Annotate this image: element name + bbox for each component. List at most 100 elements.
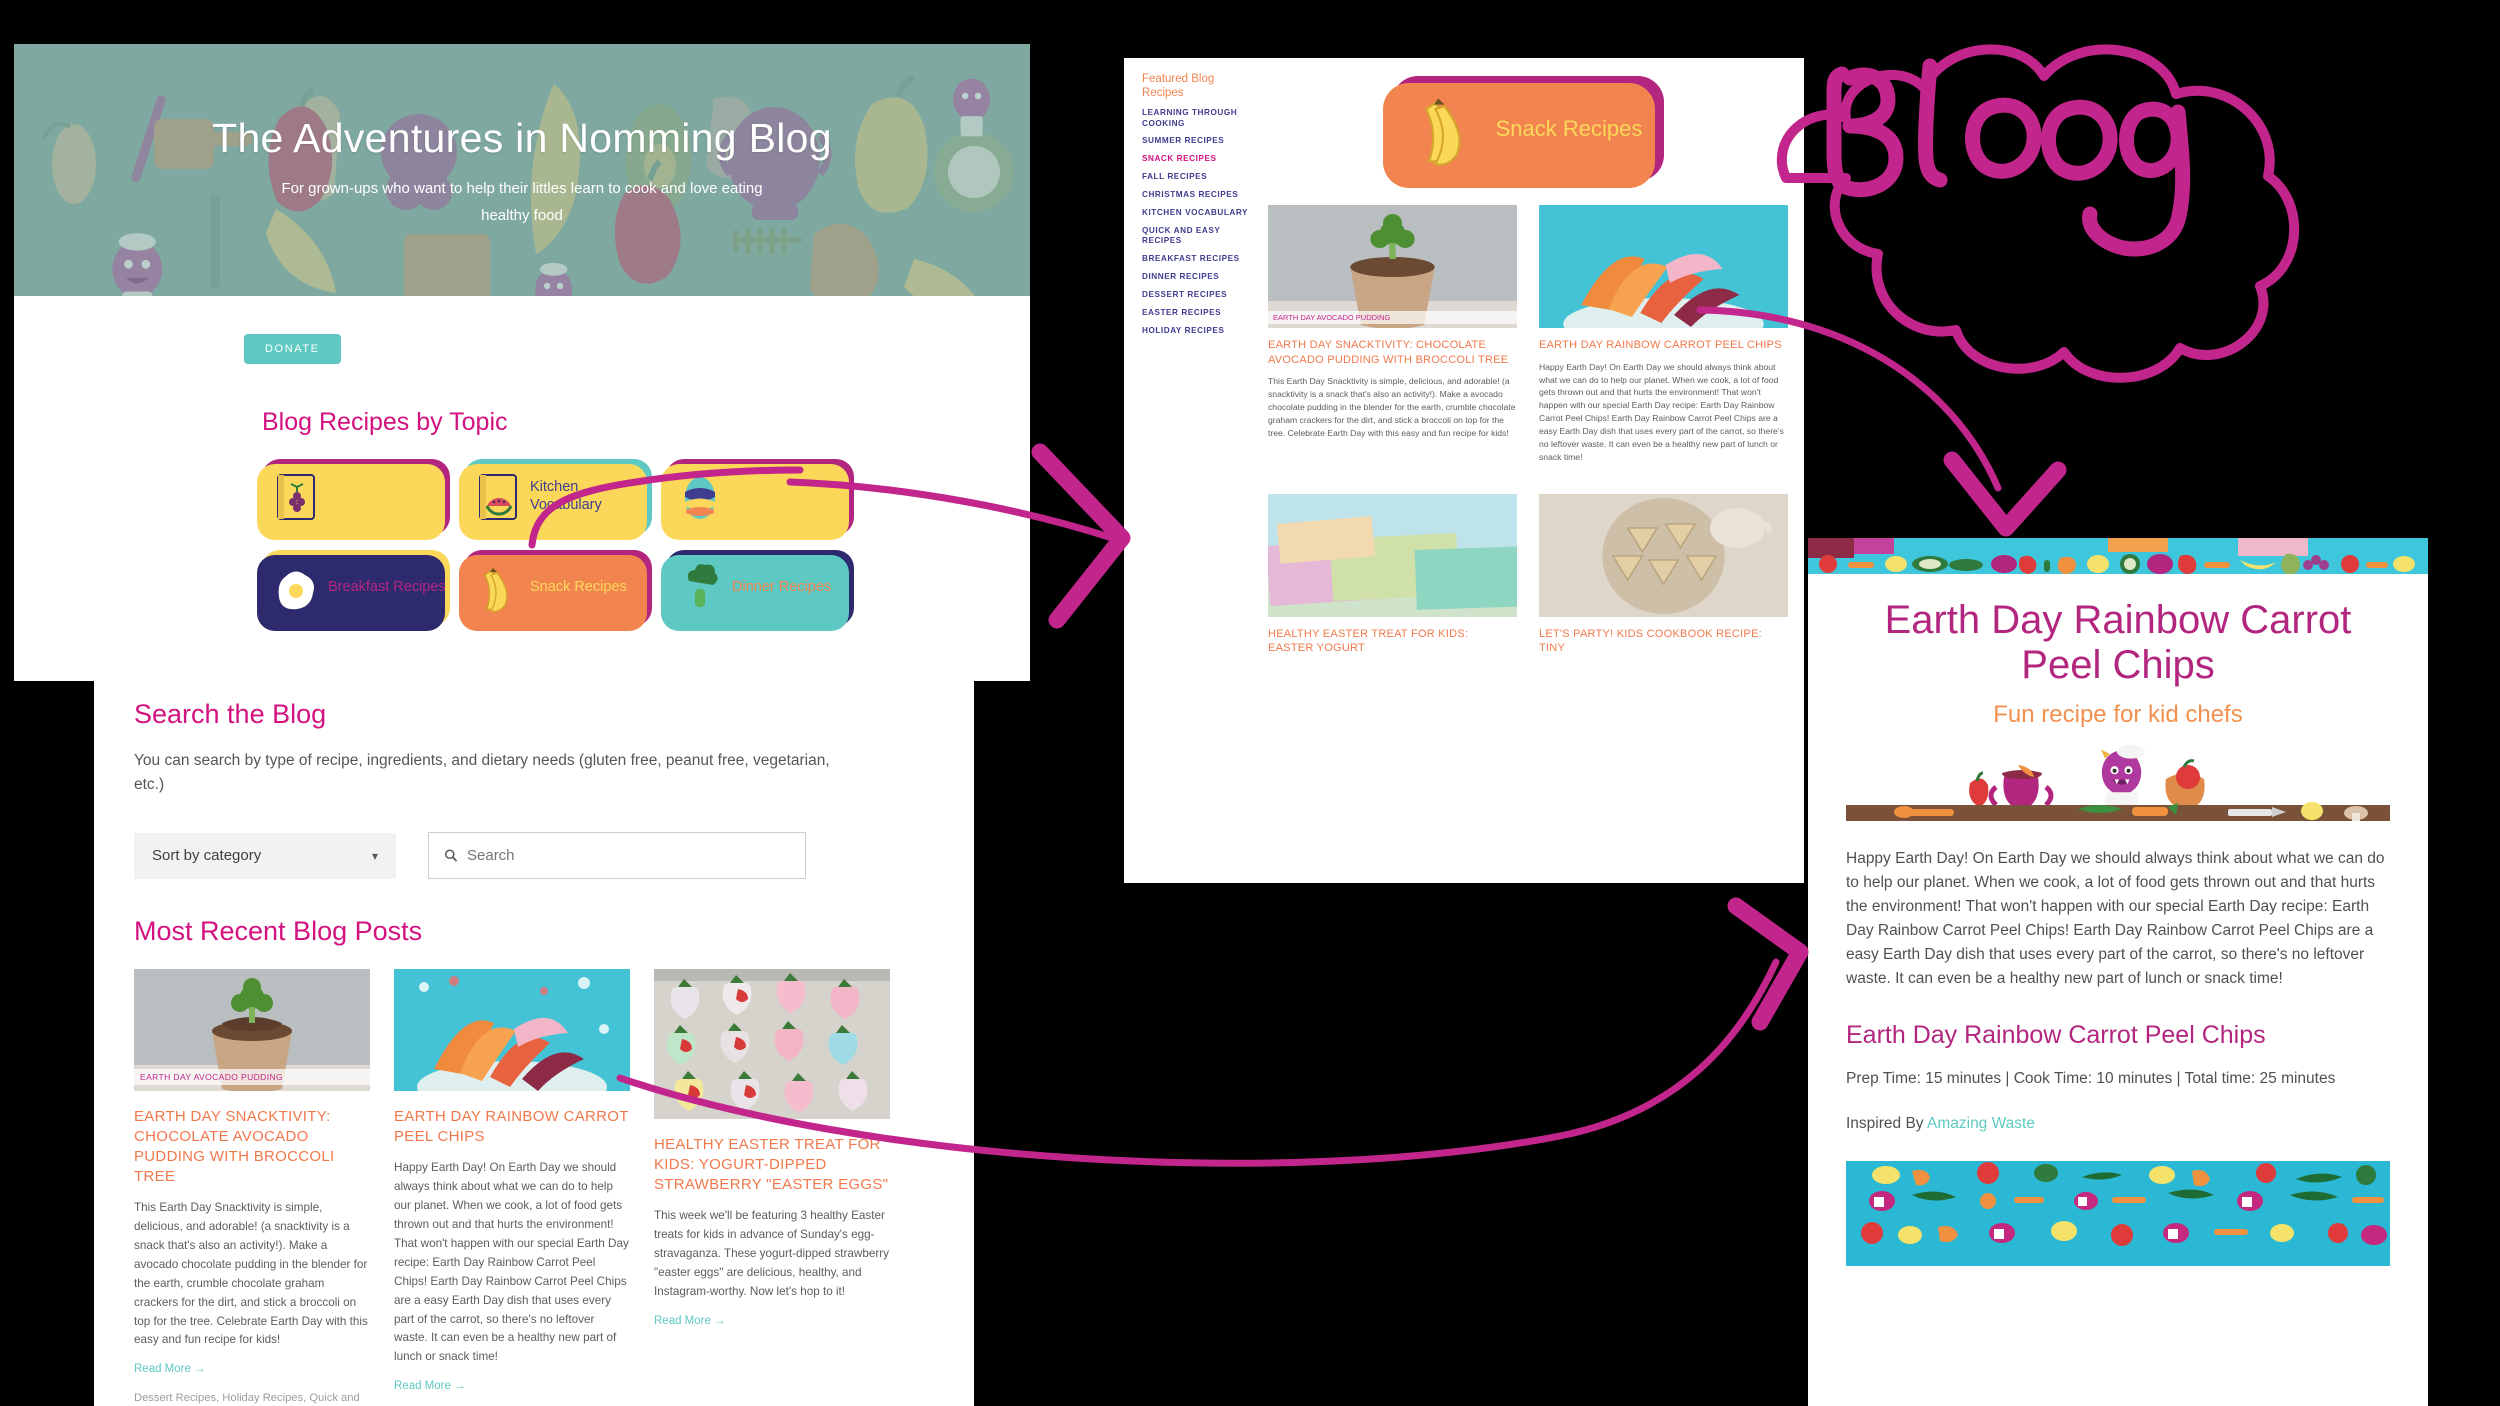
read-more-link[interactable]: Read More → bbox=[134, 1363, 370, 1375]
thumbnail-caption: EARTH DAY AVOCADO PUDDING bbox=[134, 1069, 370, 1086]
watermelon-book-icon bbox=[479, 474, 517, 520]
list-item[interactable]: HEALTHY EASTER TREAT FOR KIDS: YOGURT-DI… bbox=[654, 969, 890, 1406]
post-thumbnail[interactable] bbox=[654, 969, 890, 1120]
most-recent-heading: Most Recent Blog Posts bbox=[134, 916, 423, 947]
post-thumbnail[interactable] bbox=[1539, 493, 1788, 617]
post-thumbnail[interactable]: EARTH DAY AVOCADO PUDDING bbox=[1268, 205, 1517, 328]
search-field-wrapper[interactable] bbox=[428, 832, 806, 880]
post-excerpt: This Earth Day Snacktivity is simple, de… bbox=[1268, 376, 1516, 438]
search-blog-panel: Search the Blog You can search by type o… bbox=[94, 667, 974, 1406]
list-item[interactable]: EARTH DAY RAINBOW CARROT PEEL CHIPS Happ… bbox=[394, 969, 630, 1406]
read-more-link[interactable]: Read More → bbox=[394, 1380, 630, 1392]
nav-item-fall-recipes[interactable]: FALL RECIPES bbox=[1142, 172, 1256, 183]
hero-banner: The Adventures in Nomming Blog For grown… bbox=[14, 44, 1030, 296]
nav-item-christmas-recipes[interactable]: CHRISTMAS RECIPES bbox=[1142, 190, 1256, 201]
nav-item-kitchen-vocabulary[interactable]: KITCHEN VOCABULARY bbox=[1142, 208, 1256, 219]
nav-item-quick-and-easy-recipes[interactable]: QUICK AND EASY RECIPES bbox=[1142, 226, 1256, 248]
list-item[interactable]: EARTH DAY RAINBOW CARROT PEEL CHIPS Happ… bbox=[1539, 205, 1788, 464]
nav-item-easter-recipes[interactable]: EASTER RECIPES bbox=[1142, 308, 1256, 319]
nav-item-learning-through-cooking[interactable]: LEARNING THROUGH COOKING bbox=[1142, 108, 1256, 130]
list-item[interactable]: LET'S PARTY! KIDS COOKBOOK RECIPE: TINY bbox=[1539, 493, 1788, 664]
inspired-by-label: Inspired By bbox=[1846, 1114, 1927, 1132]
featured-recipes-nav: Featured Blog Recipes LEARNING THROUGH C… bbox=[1138, 72, 1256, 664]
recipe-times: Prep Time: 15 minutes | Cook Time: 10 mi… bbox=[1846, 1069, 2336, 1087]
nav-item-dinner-recipes[interactable]: DINNER RECIPES bbox=[1142, 272, 1256, 283]
nav-item-summer-recipes[interactable]: SUMMER RECIPES bbox=[1142, 136, 1256, 147]
search-blog-heading: Search the Blog bbox=[134, 699, 327, 729]
topic-button-learning-through-cooking[interactable]: Learning Through Cooking bbox=[257, 459, 450, 540]
topic-button-kitchen-vocabulary[interactable]: Kitchen Vocabulary bbox=[459, 459, 652, 540]
strawberry-easter-eggs-photo bbox=[654, 969, 890, 1120]
inspired-by-link[interactable]: Amazing Waste bbox=[1927, 1115, 2035, 1132]
category-posts-grid: EARTH DAY AVOCADO PUDDING EARTH DAY SNAC… bbox=[1268, 205, 1788, 664]
sort-by-category-select[interactable]: Sort by category ▾ bbox=[134, 832, 396, 879]
nav-item-breakfast-recipes[interactable]: BREAKFAST RECIPES bbox=[1142, 254, 1256, 265]
recipe-heading: Earth Day Rainbow Carrot Peel Chips bbox=[1846, 1020, 2266, 1049]
post-thumbnail[interactable] bbox=[394, 969, 630, 1092]
post-title[interactable]: EARTH DAY RAINBOW CARROT PEEL CHIPS bbox=[394, 1107, 630, 1147]
list-item[interactable]: EARTH DAY AVOCADO PUDDING EARTH DAY SNAC… bbox=[1268, 205, 1517, 464]
carrot-peel-chips-photo bbox=[1539, 205, 1788, 328]
post-tags[interactable]: Dessert Recipes, Holiday Recipes, Quick … bbox=[134, 1390, 370, 1406]
donate-row: DONATE bbox=[14, 296, 1030, 364]
topic-button-breakfast-recipes[interactable]: Breakfast Recipes bbox=[257, 550, 450, 631]
easter-egg-icon bbox=[685, 477, 715, 519]
donate-button[interactable]: DONATE bbox=[244, 334, 341, 364]
post-title[interactable]: LET'S PARTY! KIDS COOKBOOK RECIPE: TINY bbox=[1539, 627, 1788, 656]
post-excerpt: Happy Earth Day! On Earth Day we should … bbox=[1539, 361, 1784, 462]
nav-item-snack-recipes[interactable]: SNACK RECIPES bbox=[1142, 154, 1256, 165]
monster-chef-counter-icon bbox=[1846, 744, 2390, 821]
kitchen-counter-illustration bbox=[1846, 743, 2390, 821]
read-more-link[interactable]: Read More → bbox=[654, 1315, 890, 1327]
recipe-photo[interactable] bbox=[1846, 1160, 2390, 1266]
tiny-sandwiches-photo bbox=[1539, 493, 1788, 617]
search-controls: Sort by category ▾ bbox=[134, 832, 934, 880]
fried-egg-icon bbox=[278, 571, 314, 610]
inspired-by-row: Inspired By Amazing Waste bbox=[1846, 1115, 2390, 1133]
post-title[interactable]: EARTH DAY SNACKTIVITY: CHOCOLATE AVOCADO… bbox=[1268, 338, 1517, 367]
post-title[interactable]: EARTH DAY RAINBOW CARROT PEEL CHIPS bbox=[1539, 338, 1788, 353]
topic-label: Breakfast Recipes bbox=[328, 579, 446, 596]
nav-item-holiday-recipes[interactable]: HOLIDAY RECIPES bbox=[1142, 326, 1256, 337]
post-thumbnail[interactable]: EARTH DAY AVOCADO PUDDING bbox=[134, 969, 370, 1092]
hero-subtitle: For grown-ups who want to help their lit… bbox=[281, 179, 763, 225]
annotation-callout-blog bbox=[1776, 44, 2300, 383]
post-thumbnail[interactable] bbox=[1539, 205, 1788, 328]
snack-recipes-banner[interactable]: Snack Recipes bbox=[1383, 76, 1664, 188]
recent-posts-list: EARTH DAY AVOCADO PUDDING EARTH DAY SNAC… bbox=[134, 969, 934, 1406]
list-item[interactable]: HEALTHY EASTER TREAT FOR KIDS: EASTER YO… bbox=[1268, 493, 1517, 664]
banana-icon bbox=[484, 568, 508, 613]
vegetable-pattern-icon bbox=[1808, 538, 2428, 574]
search-icon bbox=[445, 849, 458, 862]
topic-button-dinner-recipes[interactable]: Dinner Recipes bbox=[661, 550, 854, 631]
post-title[interactable]: HEALTHY EASTER TREAT FOR KIDS: EASTER YO… bbox=[1268, 627, 1517, 656]
post-excerpt: This week we'll be featuring 3 healthy E… bbox=[654, 1208, 889, 1298]
post-title[interactable]: HEALTHY EASTER TREAT FOR KIDS: YOGURT-DI… bbox=[654, 1135, 890, 1195]
nav-heading: Featured Blog Recipes bbox=[1142, 73, 1215, 100]
snack-recipes-category-panel: Featured Blog Recipes LEARNING THROUGH C… bbox=[1124, 58, 1804, 883]
chevron-down-icon: ▾ bbox=[371, 848, 378, 863]
topics-heading: Blog Recipes by Topic bbox=[262, 408, 508, 436]
snack-banner-label: Snack Recipes bbox=[1495, 115, 1643, 141]
post-thumbnail[interactable] bbox=[1268, 493, 1517, 617]
topic-label: Kitchen Vocabulary bbox=[530, 479, 602, 513]
blog-home-panel: The Adventures in Nomming Blog For grown… bbox=[14, 44, 1030, 681]
screenshot-stage: The Adventures in Nomming Blog For grown… bbox=[0, 0, 2500, 1406]
thumbnail-caption: EARTH DAY AVOCADO PUDDING bbox=[1268, 311, 1517, 324]
vegetable-border-strip bbox=[1808, 538, 2428, 574]
post-title[interactable]: EARTH DAY SNACKTIVITY: CHOCOLATE AVOCADO… bbox=[134, 1107, 370, 1187]
nav-item-dessert-recipes[interactable]: DESSERT RECIPES bbox=[1142, 290, 1256, 301]
banana-icon bbox=[1424, 98, 1461, 166]
post-excerpt: Happy Earth Day! On Earth Day we should … bbox=[394, 1160, 629, 1364]
avocado-pudding-photo bbox=[1268, 205, 1517, 328]
hero-title: The Adventures in Nomming Blog bbox=[212, 114, 832, 161]
recipe-title: Earth Day Rainbow Carrot Peel Chips bbox=[1884, 598, 2352, 687]
topic-button-easter-recipes[interactable]: Easter Recipes bbox=[661, 459, 854, 540]
topic-button-snack-recipes[interactable]: Snack Recipes bbox=[459, 550, 652, 631]
confetti-carrot-photo bbox=[1846, 1160, 2390, 1266]
post-excerpt: This Earth Day Snacktivity is simple, de… bbox=[134, 1200, 368, 1347]
recipe-intro-text: Happy Earth Day! On Earth Day we should … bbox=[1846, 849, 2385, 987]
search-input[interactable] bbox=[467, 847, 790, 865]
topic-label: Easter Recipes bbox=[732, 488, 831, 505]
list-item[interactable]: EARTH DAY AVOCADO PUDDING EARTH DAY SNAC… bbox=[134, 969, 370, 1406]
